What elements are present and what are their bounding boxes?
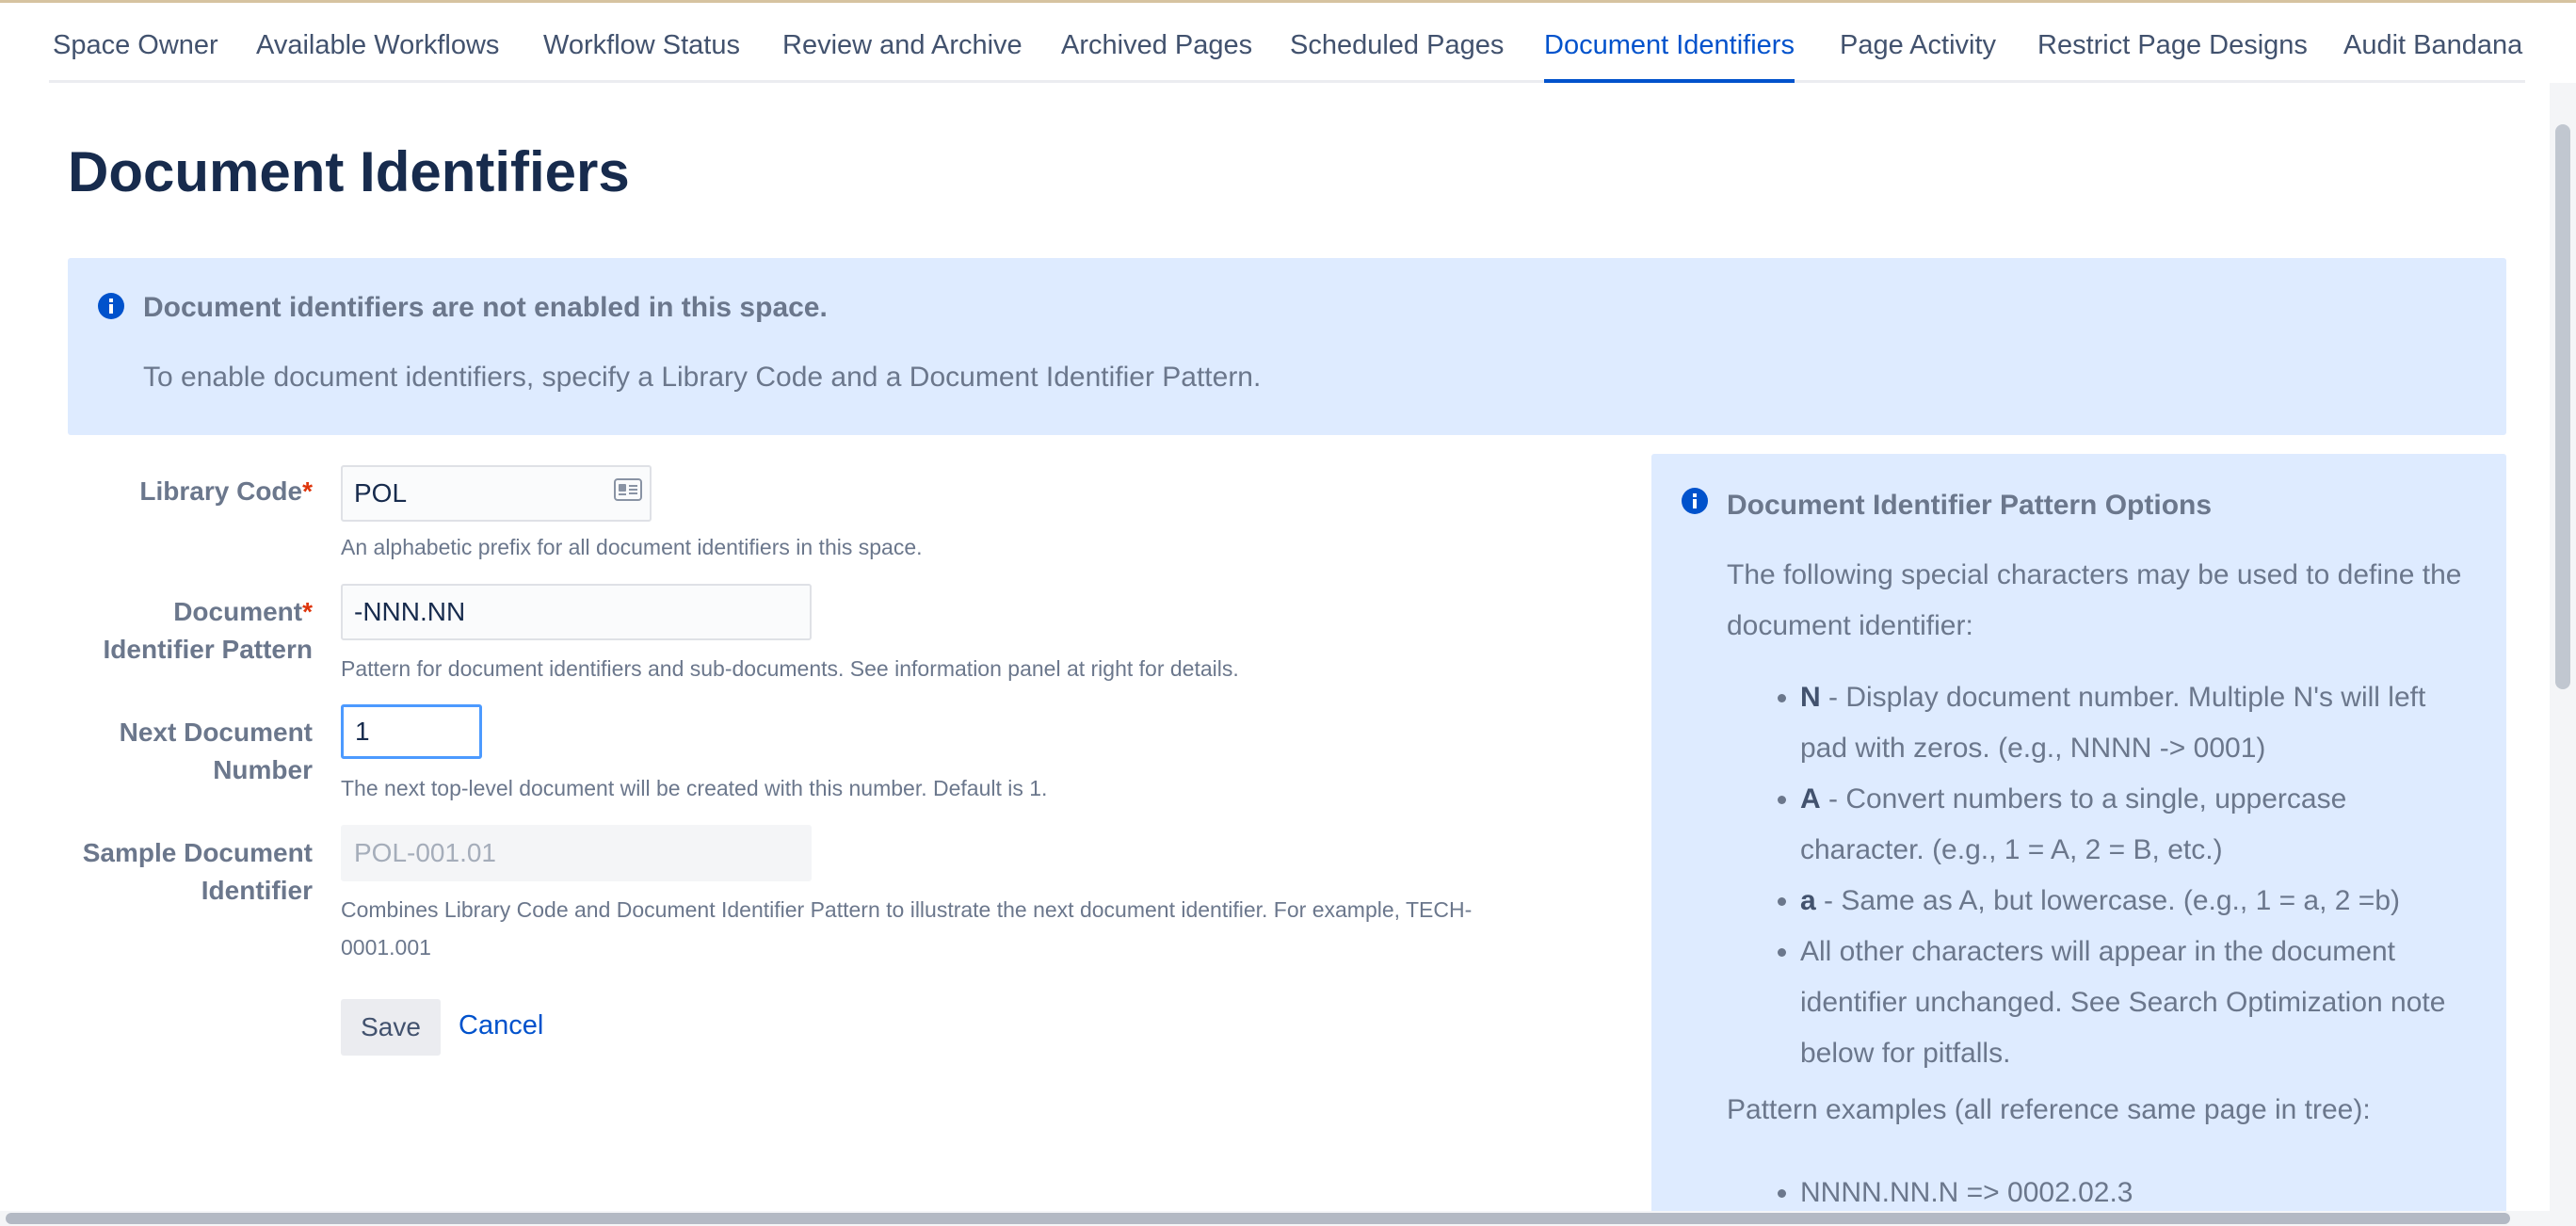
save-button[interactable]: Save — [341, 999, 441, 1056]
info-banner: Document identifiers are not enabled in … — [68, 258, 2506, 435]
sample-label: Sample Document Identifier — [82, 838, 313, 905]
panel-title: Document Identifier Pattern Options — [1727, 490, 2213, 521]
banner-text: To enable document identifiers, specify … — [143, 362, 1262, 393]
examples-intro: Pattern examples (all reference same pag… — [1727, 1094, 2371, 1125]
pattern-options-list: N - Display document number. Multiple N'… — [1727, 672, 2478, 1079]
horizontal-scroll-thumb[interactable] — [6, 1213, 2510, 1224]
info-icon — [1682, 488, 1708, 514]
next-number-label: Next Document Number — [119, 718, 313, 784]
pattern-help: Pattern for document identifiers and sub… — [341, 656, 1239, 681]
list-item: All other characters will appear in the … — [1800, 927, 2478, 1079]
banner-title: Document identifiers are not enabled in … — [143, 292, 828, 323]
pattern-options-panel: Document Identifier Pattern Options The … — [1651, 454, 2506, 1226]
sample-help: Combines Library Code and Document Ident… — [341, 897, 1473, 960]
library-code-help: An alphabetic prefix for all document id… — [341, 535, 923, 559]
required-mark: * — [302, 476, 313, 506]
tab-archived-pages[interactable]: Archived Pages — [1061, 3, 1252, 80]
tab-bar: Space Owner Available Workflows Workflow… — [49, 3, 2525, 83]
pattern-input[interactable]: -NNN.NN — [341, 584, 812, 640]
id-card-icon — [614, 478, 642, 501]
vertical-scrollbar[interactable] — [2550, 83, 2576, 1213]
horizontal-scrollbar[interactable] — [0, 1211, 2576, 1226]
tab-available-workflows[interactable]: Available Workflows — [256, 3, 499, 80]
panel-intro: The following special characters may be … — [1727, 559, 2462, 641]
next-number-input[interactable]: 1 — [341, 704, 482, 759]
sample-identifier-field: POL-001.01 — [341, 825, 812, 881]
pattern-label: Document* Identifier Pattern — [103, 597, 313, 664]
tab-page-activity[interactable]: Page Activity — [1840, 3, 1996, 80]
vertical-scroll-thumb[interactable] — [2555, 124, 2570, 689]
library-code-label: Library Code* — [139, 476, 313, 506]
tab-document-identifiers[interactable]: Document Identifiers — [1544, 3, 1795, 83]
tab-scheduled-pages[interactable]: Scheduled Pages — [1290, 3, 1504, 80]
next-number-help: The next top-level document will be crea… — [341, 776, 1048, 800]
tab-review-and-archive[interactable]: Review and Archive — [782, 3, 1022, 80]
list-item: a - Same as A, but lowercase. (e.g., 1 =… — [1800, 876, 2478, 927]
library-code-input[interactable]: POL — [341, 465, 652, 522]
info-icon — [98, 293, 124, 319]
list-item: N - Display document number. Multiple N'… — [1800, 672, 2478, 774]
tab-workflow-status[interactable]: Workflow Status — [543, 3, 740, 80]
page-title: Document Identifiers — [68, 140, 630, 203]
required-mark: * — [302, 597, 313, 626]
tab-restrict-page-designs[interactable]: Restrict Page Designs — [2037, 3, 2308, 80]
list-item: A - Convert numbers to a single, upperca… — [1800, 774, 2478, 876]
tab-space-owner[interactable]: Space Owner — [53, 3, 218, 80]
cancel-link[interactable]: Cancel — [459, 1010, 543, 1041]
tab-audit-bandana[interactable]: Audit Bandana — [2343, 3, 2522, 80]
